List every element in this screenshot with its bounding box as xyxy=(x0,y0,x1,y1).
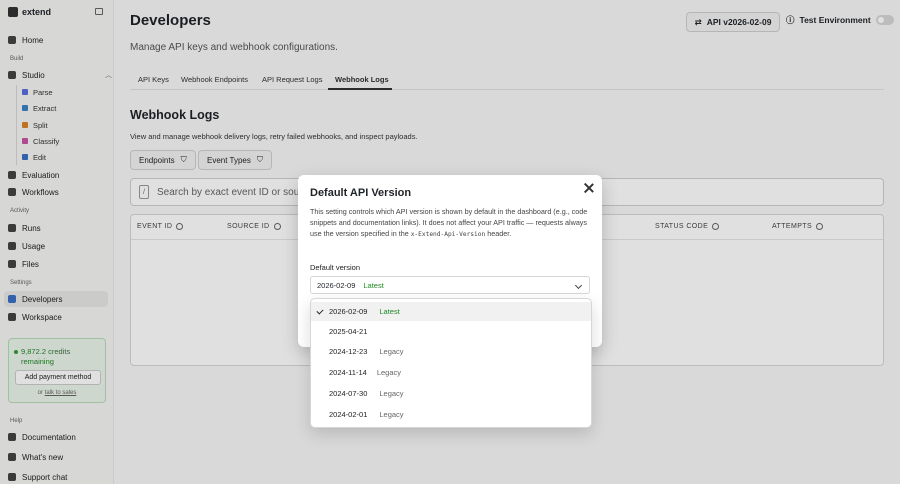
version-option-tag: Legacy xyxy=(379,389,404,398)
version-option-tag: Legacy xyxy=(376,368,401,377)
version-dropdown: 2026-02-09 Latest 2025-04-21 2024-12-23 … xyxy=(310,298,592,428)
dialog-title: Default API Version xyxy=(310,187,412,199)
version-option-tag: Legacy xyxy=(379,410,404,419)
selected-version-value: 2026-02-09 xyxy=(317,280,356,290)
version-option-tag: Latest xyxy=(379,307,400,316)
version-option-tag: Legacy xyxy=(379,347,404,356)
version-option[interactable]: 2026-02-09 Latest xyxy=(311,302,591,321)
version-option[interactable]: 2024-02-01 Legacy xyxy=(311,405,591,424)
version-option[interactable]: 2024-12-23 Legacy xyxy=(311,342,591,361)
version-option[interactable]: 2025-04-21 xyxy=(311,322,591,341)
default-version-label: Default version xyxy=(310,263,361,272)
check-icon xyxy=(316,307,324,315)
version-option-value: 2024-12-23 xyxy=(329,347,368,356)
version-option-value: 2024-07-30 xyxy=(329,389,368,398)
version-option[interactable]: 2024-07-30 Legacy xyxy=(311,384,591,403)
selected-version-tag: Latest xyxy=(363,280,384,290)
chevron-down-icon xyxy=(574,281,583,290)
version-option-value: 2024-11-14 xyxy=(329,368,367,377)
dialog-description-suffix: header. xyxy=(487,229,512,239)
dialog-description: This setting controls which API version … xyxy=(310,206,592,240)
default-version-select[interactable]: 2026-02-09 Latest xyxy=(310,276,590,294)
version-option[interactable]: 2024-11-14 Legacy xyxy=(311,363,591,382)
close-icon[interactable] xyxy=(584,183,594,193)
header-name-code: x-Extend-Api-Version xyxy=(410,231,486,239)
version-option-value: 2025-04-21 xyxy=(329,327,368,336)
version-option-value: 2024-02-01 xyxy=(329,410,368,419)
version-option-value: 2026-02-09 xyxy=(329,307,368,316)
